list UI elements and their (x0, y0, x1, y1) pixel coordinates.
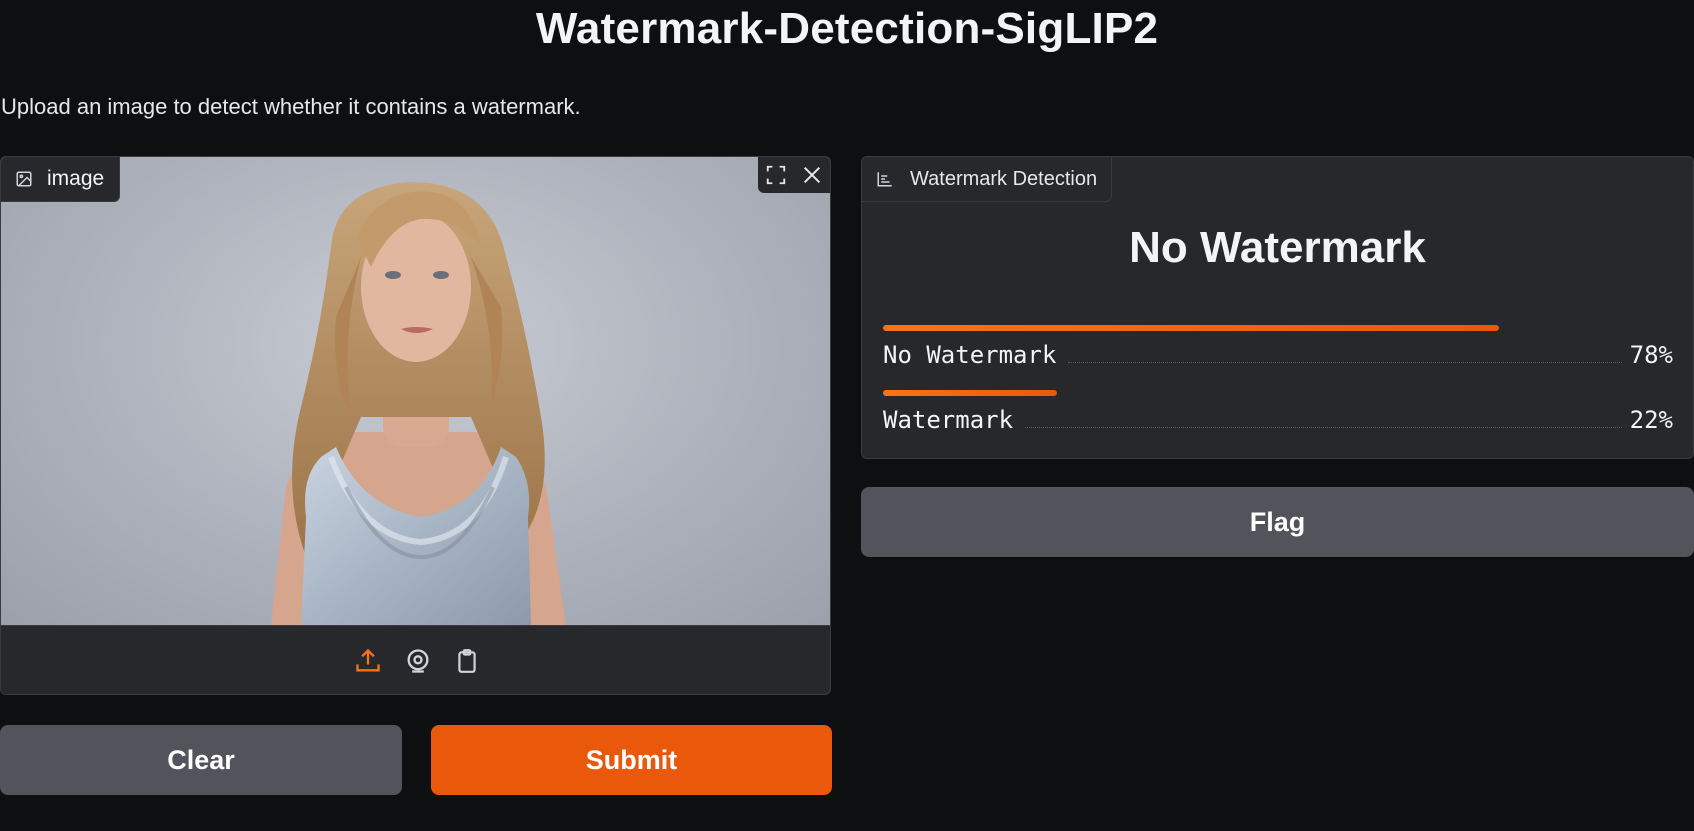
clipboard-icon[interactable] (454, 647, 480, 675)
confidence-value: 78% (1629, 341, 1673, 369)
confidence-label: No Watermark (883, 341, 1057, 369)
confidence-value: 22% (1629, 406, 1673, 434)
confidence-bar (883, 390, 1057, 396)
page-description: Upload an image to detect whether it con… (1, 94, 581, 119)
image-icon (15, 170, 33, 188)
clear-button[interactable]: Clear (0, 725, 402, 795)
uploaded-image-preview (1, 157, 830, 625)
webcam-icon[interactable] (404, 647, 432, 675)
confidence-row: Watermark 22% (883, 390, 1673, 434)
fullscreen-icon[interactable] (765, 164, 787, 186)
image-input-label-text: image (47, 167, 105, 190)
close-icon[interactable] (801, 164, 823, 186)
upload-icon[interactable] (354, 647, 382, 675)
bar-chart-icon (876, 170, 894, 188)
confidence-label: Watermark (883, 406, 1014, 434)
output-label: Watermark Detection (862, 157, 1113, 202)
predicted-label: No Watermark (1129, 223, 1426, 272)
flag-button[interactable]: Flag (861, 487, 1694, 557)
watermark-detection-panel: Watermark Detection No Watermark No Wate… (861, 156, 1694, 459)
image-corner-tools (758, 157, 830, 193)
submit-button[interactable]: Submit (431, 725, 832, 795)
image-input-panel[interactable]: image (0, 156, 831, 695)
page-title: Watermark-Detection-SigLIP2 (535, 4, 1159, 53)
image-input-label: image (1, 157, 121, 202)
confidence-bar (883, 325, 1500, 331)
confidence-row: No Watermark 78% (883, 325, 1673, 369)
image-source-toolbar (1, 625, 830, 694)
output-label-text: Watermark Detection (910, 167, 1098, 190)
